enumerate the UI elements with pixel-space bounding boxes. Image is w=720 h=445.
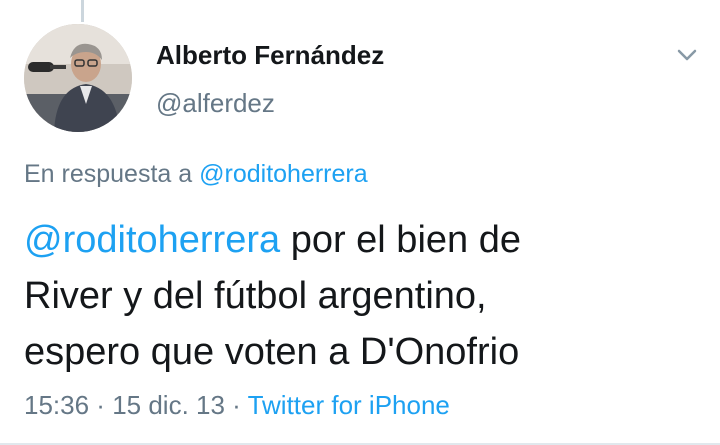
tweet-date[interactable]: 15 dic. 13 [112,390,225,420]
tweet-line-1: @roditoherrera por el bien de [24,212,694,268]
meta-separator: · [224,390,248,420]
tweet-line-3: espero que voten a D'Onofrio [24,331,520,373]
meta-separator: · [89,390,113,420]
tweet-time[interactable]: 15:36 [24,390,89,420]
chevron-down-icon [677,49,697,61]
author-display-name[interactable]: Alberto Fernández [156,40,384,71]
thread-connector-line [81,0,84,22]
reply-context: En respuesta a @roditoherrera [24,160,368,189]
tweet-text: @roditoherrera por el bien de River y de… [24,212,694,380]
tweet-source-link[interactable]: Twitter for iPhone [248,390,450,420]
tweet-menu-button[interactable] [672,40,702,70]
avatar[interactable] [24,24,132,132]
tweet-line-1-text: por el bien de [280,219,521,261]
tweet-line-2: River y del fútbol argentino, [24,275,487,317]
author-handle[interactable]: @alferdez [156,88,275,119]
tweet-mention-link[interactable]: @roditoherrera [24,219,280,261]
reply-prefix: En respuesta a [24,160,193,188]
reply-to-link[interactable]: @roditoherrera [199,160,368,188]
tweet-metadata: 15:36 · 15 dic. 13 · Twitter for iPhone [24,390,450,421]
profile-photo [24,24,132,132]
